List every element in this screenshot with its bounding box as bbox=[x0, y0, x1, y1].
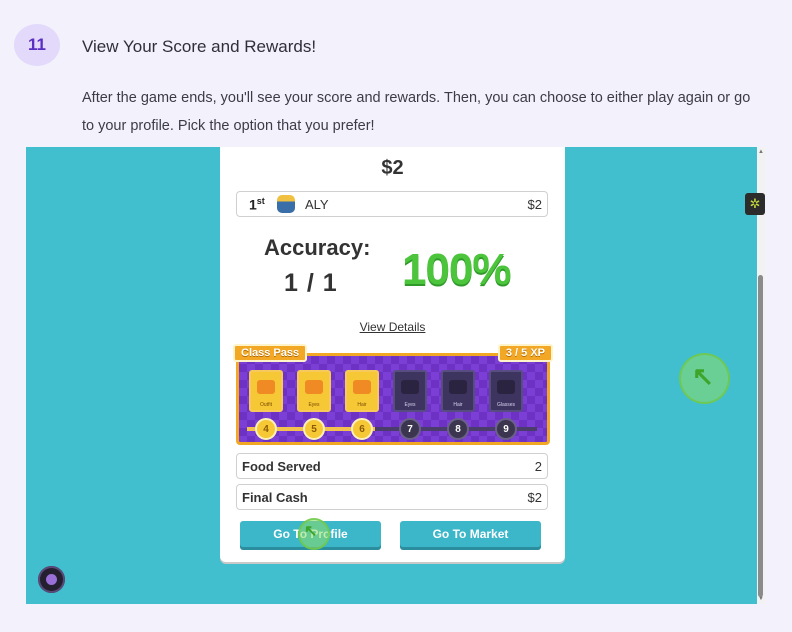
scrollbar[interactable]: ▲ ▼ bbox=[757, 147, 765, 604]
level-node: 6 bbox=[351, 418, 373, 440]
cursor-arrow-icon: ↖ bbox=[304, 523, 318, 540]
reward-item-icon bbox=[353, 380, 371, 394]
stat-value: 2 bbox=[534, 459, 542, 474]
game-screenshot: $2 1st ALY $2 Accuracy: 1 / 1 100% View … bbox=[26, 147, 757, 604]
record-icon bbox=[46, 574, 57, 585]
rank-place: 1st bbox=[249, 196, 265, 213]
accuracy-label: Accuracy: bbox=[264, 235, 371, 260]
reward-card: Hair bbox=[345, 370, 379, 412]
reward-name: Eyes bbox=[308, 402, 320, 408]
reward-name: Glasses bbox=[496, 402, 516, 408]
class-pass-label: Class Pass bbox=[233, 344, 308, 362]
class-pass-xp: 3 / 5 XP bbox=[497, 344, 553, 362]
stat-row-food-served: Food Served 2 bbox=[236, 453, 548, 479]
accuracy-value: 1 / 1 bbox=[284, 269, 338, 297]
step-description: After the game ends, you'll see your sco… bbox=[82, 90, 751, 134]
step-number-badge: 11 bbox=[14, 24, 60, 66]
level-node: 4 bbox=[255, 418, 277, 440]
hint-arrow-icon: ↖ bbox=[692, 361, 714, 391]
view-details-link[interactable]: View Details bbox=[220, 320, 565, 334]
level-node: 8 bbox=[447, 418, 469, 440]
scrollbar-thumb[interactable] bbox=[758, 275, 763, 597]
cash-total: $2 bbox=[381, 157, 404, 179]
stat-value: $2 bbox=[527, 490, 542, 505]
class-pass-panel: Class Pass 3 / 5 XP Outfit 4 Eyes 5 Hair 6 Eye… bbox=[233, 344, 553, 445]
record-button[interactable] bbox=[38, 566, 65, 593]
level-node: 5 bbox=[303, 418, 325, 440]
reward-card: Glasses bbox=[489, 370, 523, 412]
player-cash: $2 bbox=[527, 197, 542, 212]
reward-name: Hair bbox=[453, 402, 463, 408]
level-node: 9 bbox=[495, 418, 517, 440]
scroll-up-icon[interactable]: ▲ bbox=[758, 149, 764, 155]
player-avatar-icon bbox=[277, 195, 295, 213]
reward-card: Eyes bbox=[297, 370, 331, 412]
stat-label: Food Served bbox=[242, 459, 321, 474]
player-name: ALY bbox=[305, 197, 329, 212]
reward-name: Eyes bbox=[404, 402, 416, 408]
reward-card: Outfit bbox=[249, 370, 283, 412]
reward-item-icon bbox=[497, 380, 515, 394]
reward-item-icon bbox=[449, 380, 467, 394]
scroll-down-icon[interactable]: ▼ bbox=[758, 596, 764, 602]
stat-label: Final Cash bbox=[242, 490, 308, 505]
reward-item-icon bbox=[305, 380, 323, 394]
reward-name: Outfit bbox=[260, 402, 272, 408]
reward-card: Eyes bbox=[393, 370, 427, 412]
leaderboard-row: 1st ALY $2 bbox=[236, 191, 548, 217]
reward-item-icon bbox=[257, 380, 275, 394]
reward-item-icon bbox=[401, 380, 419, 394]
stat-row-final-cash: Final Cash $2 bbox=[236, 484, 548, 510]
reward-card: Hair bbox=[441, 370, 475, 412]
step-title: View Your Score and Rewards! bbox=[82, 37, 317, 56]
level-node: 7 bbox=[399, 418, 421, 440]
go-to-market-button[interactable]: Go To Market bbox=[400, 521, 541, 547]
progress-track bbox=[247, 427, 537, 431]
results-card: $2 1st ALY $2 Accuracy: 1 / 1 100% View … bbox=[220, 147, 565, 562]
extension-icon[interactable]: ✲ bbox=[745, 193, 765, 215]
reward-name: Hair bbox=[357, 402, 367, 408]
accuracy-percent: 100% bbox=[402, 245, 512, 294]
